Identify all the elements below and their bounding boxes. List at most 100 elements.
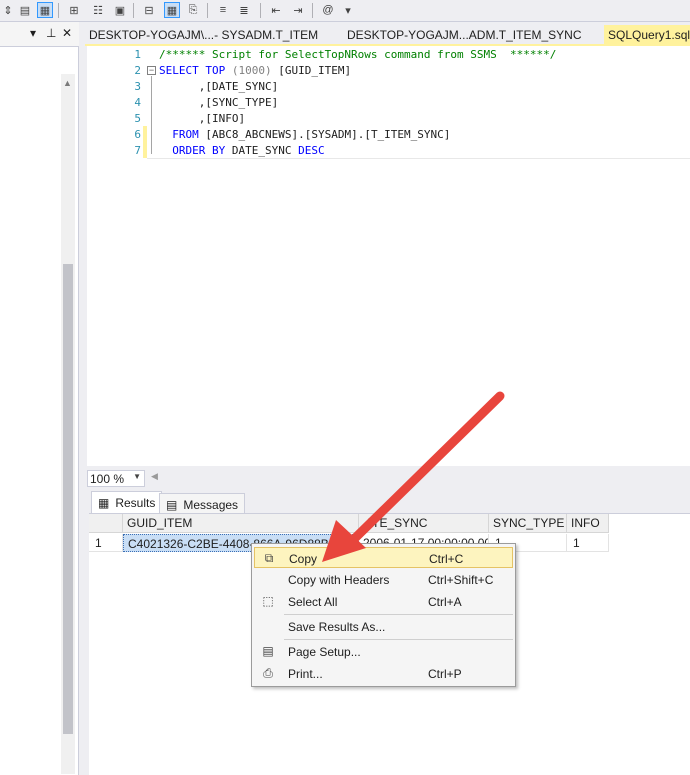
page-setup-icon: ▤ <box>262 644 274 658</box>
zoom-select[interactable]: 100 % ▼ <box>87 470 145 487</box>
scroll-up-icon[interactable]: ▲ <box>63 78 72 88</box>
menu-item-save-results-as[interactable]: Save Results As... <box>254 616 513 637</box>
copy-icon: ⧉ <box>264 551 274 565</box>
menu-item-label: Page Setup... <box>288 645 361 659</box>
scrollbar-thumb[interactable] <box>63 264 73 734</box>
toolbar: ⇕ ▤ ▦ ⊞ ☷ ▣ ⊟ ▦ ⎘ ≡ ≣ ⇤ ⇥ @ ▾ <box>0 0 690 22</box>
menu-separator <box>284 614 513 615</box>
collapse-toggle-icon[interactable]: − <box>147 66 156 75</box>
order-column: DATE_SYNC <box>231 144 292 157</box>
menu-item-label: Print... <box>288 667 323 681</box>
zoom-bar: 100 % ▼ ◀ <box>87 468 690 488</box>
menu-item-shortcut: Ctrl+Shift+C <box>428 573 494 587</box>
results-text-icon[interactable]: ☷ <box>90 2 106 18</box>
close-icon[interactable]: ✕ <box>62 26 72 40</box>
outline-guide <box>151 76 152 154</box>
messages-icon: ▤ <box>166 498 178 512</box>
select-all-icon: ⬚ <box>262 594 274 608</box>
zoom-value: 100 % <box>90 472 125 486</box>
database-icon[interactable]: ▤ <box>17 2 33 18</box>
column-header-sync-type[interactable]: SYNC_TYPE <box>489 514 567 533</box>
sql-comment: /****** Script for SelectTopNRows comman… <box>159 48 557 61</box>
pin-icon[interactable]: ⊥ <box>46 26 56 40</box>
document-tabs: DESKTOP-YOGAJM\...- SYSADM.T_ITEM DESKTO… <box>85 22 690 46</box>
menu-item-shortcut: Ctrl+C <box>429 552 464 566</box>
menu-item-page-setup[interactable]: ▤ Page Setup... <box>254 641 513 662</box>
menu-item-label: Copy with Headers <box>288 573 390 587</box>
line-number-gutter: 1 2 3 4 5 6 7 <box>87 46 141 466</box>
scroll-left-icon[interactable]: ◀ <box>151 471 158 482</box>
result-tabs: ▦ Results ▤ Messages <box>87 489 690 513</box>
tab-messages-label: Messages <box>183 498 239 512</box>
line-number: 2 <box>134 64 141 77</box>
specify-values-icon[interactable]: @ <box>320 2 336 18</box>
menu-item-shortcut: Ctrl+A <box>428 595 462 609</box>
table-identifier: [ABC8_ABCNEWS].[SYSADM].[T_ITEM_SYNC] <box>205 128 451 141</box>
code-line-3: ,[DATE_SYNC] <box>159 80 278 93</box>
tab-messages[interactable]: ▤ Messages <box>159 493 246 513</box>
tab-sqlquery1[interactable]: SQLQuery1.sql <box>604 25 690 45</box>
keyword-from: FROM <box>172 128 199 141</box>
chevron-down-icon: ▼ <box>133 472 141 481</box>
line-number: 3 <box>134 80 141 93</box>
column-identifier: ,[SYNC_TYPE] <box>198 96 279 109</box>
code-line-4: ,[SYNC_TYPE] <box>159 96 278 109</box>
keyword-order-by: ORDER BY <box>172 144 226 157</box>
code-line-5: ,[INFO] <box>159 112 245 125</box>
keyword-select: SELECT <box>159 64 199 77</box>
column-identifier: ,[DATE_SYNC] <box>198 80 279 93</box>
results-to-file-icon[interactable]: ⎘ <box>185 2 201 18</box>
line-number: 1 <box>134 48 141 61</box>
column-identifier: [GUID_ITEM] <box>278 64 352 77</box>
row-header-corner[interactable] <box>89 514 123 533</box>
query-editor[interactable]: 1 2 3 4 5 6 7 − /****** Script for Selec… <box>87 46 690 466</box>
top-value: (1000) <box>231 64 272 77</box>
tab-results-label: Results <box>115 496 156 510</box>
menu-item-print[interactable]: ⎙ Print... Ctrl+P <box>254 663 513 684</box>
menu-item-select-all[interactable]: ⬚ Select All Ctrl+A <box>254 591 513 612</box>
row-number[interactable]: 1 <box>89 534 123 552</box>
menu-item-label: Copy <box>289 552 318 566</box>
menu-item-copy[interactable]: ⧉ Copy Ctrl+C <box>254 547 513 568</box>
tab-t-item[interactable]: DESKTOP-YOGAJM\...- SYSADM.T_ITEM <box>85 25 322 45</box>
menu-item-shortcut: Ctrl+P <box>428 667 462 681</box>
context-menu: ⧉ Copy Ctrl+C Copy with Headers Ctrl+Shi… <box>251 543 516 687</box>
line-number: 5 <box>134 112 141 125</box>
cell-info[interactable]: 1 <box>567 534 609 552</box>
menu-item-label: Select All <box>288 595 338 609</box>
column-header-info[interactable]: INFO <box>567 514 609 533</box>
vertical-scrollbar[interactable]: ▲ <box>61 74 75 774</box>
toolbar-overflow-icon[interactable]: ▾ <box>340 2 356 18</box>
format-icon[interactable]: ⇕ <box>0 2 16 18</box>
tab-results[interactable]: ▦ Results <box>91 491 163 513</box>
column-identifier: ,[INFO] <box>198 112 246 125</box>
calculator-icon[interactable]: ▦ <box>37 2 53 18</box>
menu-item-copy-with-headers[interactable]: Copy with Headers Ctrl+Shift+C <box>254 569 513 590</box>
indent-icon[interactable]: ⇥ <box>290 2 306 18</box>
menu-separator <box>284 639 513 640</box>
query-plan-icon[interactable]: ⊞ <box>66 2 82 18</box>
comment-icon[interactable]: ≡ <box>215 2 231 18</box>
column-header-date-sync[interactable]: ATE_SYNC <box>359 514 489 533</box>
code-line-1: /****** Script for SelectTopNRows comman… <box>159 48 556 61</box>
outdent-icon[interactable]: ⇤ <box>268 2 284 18</box>
line-number: 4 <box>134 96 141 109</box>
code-line-2: SELECT TOP (1000) [GUID_ITEM] <box>159 64 351 77</box>
results-grid-toggle-icon[interactable]: ▦ <box>164 2 180 18</box>
keyword-desc: DESC <box>298 144 325 157</box>
results-file-icon[interactable]: ⊟ <box>141 2 157 18</box>
tab-t-item-sync[interactable]: DESKTOP-YOGAJM...ADM.T_ITEM_SYNC <box>343 25 585 45</box>
dropdown-icon[interactable]: ▾ <box>30 26 36 40</box>
grid-icon: ▦ <box>98 496 110 510</box>
menu-item-label: Save Results As... <box>288 620 386 634</box>
line-number: 6 <box>134 128 141 141</box>
keyword-top: TOP <box>205 64 226 77</box>
object-explorer-header: ▾ ⊥ ✕ <box>0 22 79 47</box>
results-grid-icon[interactable]: ▣ <box>112 2 128 18</box>
code-line-6: FROM [ABC8_ABCNEWS].[SYSADM].[T_ITEM_SYN… <box>159 128 450 141</box>
change-tracking-bar <box>143 126 147 158</box>
line-number: 7 <box>134 144 141 157</box>
column-header-guid-item[interactable]: GUID_ITEM <box>123 514 359 533</box>
object-explorer-panel: ▾ ⊥ ✕ ▲ <box>0 22 79 775</box>
uncomment-icon[interactable]: ≣ <box>236 2 252 18</box>
